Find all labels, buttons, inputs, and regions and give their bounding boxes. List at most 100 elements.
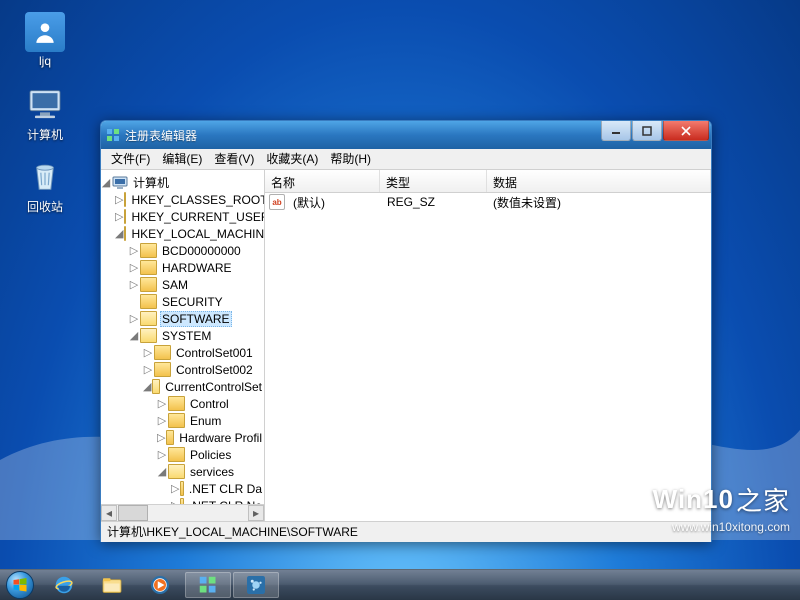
tree-node-bcd[interactable]: BCD00000000 bbox=[160, 244, 243, 258]
tree-node-control[interactable]: Control bbox=[188, 397, 231, 411]
disclosure-icon[interactable]: ◢ bbox=[157, 465, 167, 478]
disclosure-icon[interactable]: ◢ bbox=[115, 227, 123, 240]
menu-file[interactable]: 文件(F) bbox=[105, 149, 156, 169]
tree-node-ccs[interactable]: CurrentControlSet bbox=[163, 380, 264, 394]
disclosure-icon[interactable]: ▷ bbox=[143, 363, 153, 376]
desktop-icon-label: 计算机 bbox=[15, 126, 75, 143]
menubar: 文件(F) 编辑(E) 查看(V) 收藏夹(A) 帮助(H) bbox=[101, 149, 711, 170]
scroll-right-icon[interactable]: ▸ bbox=[248, 505, 264, 521]
folder-icon bbox=[168, 413, 185, 428]
tree-node-security[interactable]: SECURITY bbox=[160, 295, 225, 309]
disclosure-icon[interactable]: ▷ bbox=[115, 193, 123, 206]
watermark-url: www.win10xitong.com bbox=[613, 520, 790, 534]
desktop-icon-user[interactable]: ljq bbox=[15, 12, 75, 68]
folder-open-icon bbox=[140, 328, 157, 343]
menu-edit[interactable]: 编辑(E) bbox=[156, 149, 208, 169]
disclosure-icon[interactable]: ◢ bbox=[143, 380, 151, 393]
folder-icon bbox=[140, 243, 157, 258]
tree-node-software[interactable]: SOFTWARE bbox=[160, 311, 232, 327]
menu-favorites[interactable]: 收藏夹(A) bbox=[260, 149, 324, 169]
disclosure-icon[interactable]: ▷ bbox=[157, 397, 167, 410]
watermark-brand: Win10 bbox=[653, 484, 734, 515]
tree-node-hwprof[interactable]: Hardware Profil bbox=[177, 431, 264, 445]
disclosure-icon[interactable]: ▷ bbox=[143, 346, 153, 359]
tree-node-hkcr[interactable]: HKEY_CLASSES_ROOT bbox=[129, 193, 265, 207]
tree-node-computer[interactable]: 计算机 bbox=[131, 174, 171, 191]
column-name[interactable]: 名称 bbox=[265, 170, 380, 192]
taskbar-explorer[interactable] bbox=[89, 572, 135, 598]
folder-icon bbox=[168, 396, 185, 411]
scroll-left-icon[interactable]: ◂ bbox=[101, 505, 117, 521]
regedit-icon bbox=[105, 127, 121, 143]
tree-node-cs1[interactable]: ControlSet001 bbox=[174, 346, 255, 360]
minimize-button[interactable] bbox=[601, 121, 631, 141]
folder-icon bbox=[124, 192, 126, 207]
titlebar[interactable]: 注册表编辑器 bbox=[101, 121, 711, 149]
folder-open-icon bbox=[152, 379, 160, 394]
folder-icon bbox=[154, 345, 171, 360]
desktop[interactable]: ljq 计算机 回收站 注册表编辑器 文件(F) 编辑(E) bbox=[0, 0, 800, 570]
windows-logo-icon bbox=[613, 479, 647, 520]
folder-icon bbox=[140, 294, 157, 309]
disclosure-icon[interactable]: ▷ bbox=[171, 482, 179, 495]
tree-node-cs2[interactable]: ControlSet002 bbox=[174, 363, 255, 377]
desktop-icon-label: 回收站 bbox=[15, 198, 75, 215]
taskbar-wmp[interactable] bbox=[137, 572, 183, 598]
desktop-icon-computer[interactable]: 计算机 bbox=[15, 84, 75, 143]
tree-node-hardware[interactable]: HARDWARE bbox=[160, 261, 234, 275]
disclosure-icon[interactable]: ▷ bbox=[129, 278, 139, 291]
start-orb-icon bbox=[6, 571, 34, 599]
recycle-bin-icon bbox=[25, 156, 65, 196]
folder-icon bbox=[140, 277, 157, 292]
folder-icon bbox=[168, 447, 185, 462]
column-data[interactable]: 数据 bbox=[487, 170, 711, 192]
value-type: REG_SZ bbox=[381, 195, 487, 209]
tree-node-hklm[interactable]: HKEY_LOCAL_MACHINE bbox=[129, 227, 265, 241]
disclosure-icon[interactable]: ▷ bbox=[129, 261, 139, 274]
disclosure-icon[interactable]: ▷ bbox=[129, 312, 139, 325]
disclosure-icon[interactable]: ▷ bbox=[157, 431, 165, 444]
menu-help[interactable]: 帮助(H) bbox=[324, 149, 377, 169]
folder-icon bbox=[154, 362, 171, 377]
tree-node-policies[interactable]: Policies bbox=[188, 448, 233, 462]
folder-icon bbox=[140, 260, 157, 275]
tree-node-enum[interactable]: Enum bbox=[188, 414, 223, 428]
tree-node-sam[interactable]: SAM bbox=[160, 278, 190, 292]
taskbar-app[interactable] bbox=[233, 572, 279, 598]
column-type[interactable]: 类型 bbox=[380, 170, 487, 192]
taskbar-regedit[interactable] bbox=[185, 572, 231, 598]
folder-icon bbox=[180, 481, 183, 496]
watermark-suffix: 之家 bbox=[736, 481, 790, 518]
folder-open-icon bbox=[124, 226, 126, 241]
disclosure-icon[interactable]: ◢ bbox=[101, 176, 111, 189]
values-list[interactable]: 名称 类型 数据 ab (默认) REG_SZ (数值未设置) bbox=[265, 170, 711, 521]
value-name: (默认) bbox=[287, 194, 381, 211]
disclosure-icon[interactable]: ▷ bbox=[129, 244, 139, 257]
tree-node-services[interactable]: services bbox=[188, 465, 236, 479]
desktop-icon-recyclebin[interactable]: 回收站 bbox=[15, 156, 75, 215]
folder-icon bbox=[166, 430, 174, 445]
taskbar[interactable] bbox=[0, 569, 800, 600]
folder-open-icon bbox=[168, 464, 185, 479]
taskbar-ie[interactable] bbox=[41, 572, 87, 598]
tree-panel[interactable]: ◢ 计算机 ▷ HKEY_CLASSES_ROOT ▷ HKEY_CURRENT_US… bbox=[101, 170, 265, 521]
value-row[interactable]: ab (默认) REG_SZ (数值未设置) bbox=[265, 193, 711, 211]
disclosure-icon[interactable]: ▷ bbox=[115, 210, 123, 223]
value-data: (数值未设置) bbox=[487, 194, 711, 211]
tree-hscroll[interactable]: ◂ ▸ bbox=[101, 504, 264, 521]
user-icon bbox=[25, 12, 65, 52]
maximize-button[interactable] bbox=[632, 121, 662, 141]
start-button[interactable] bbox=[0, 570, 40, 600]
disclosure-icon: · bbox=[129, 296, 139, 308]
close-button[interactable] bbox=[663, 121, 709, 141]
disclosure-icon[interactable]: ▷ bbox=[157, 414, 167, 427]
tree-node-hkcu[interactable]: HKEY_CURRENT_USER bbox=[129, 210, 265, 224]
tree-node-system[interactable]: SYSTEM bbox=[160, 329, 213, 343]
tree-node-netclrda[interactable]: .NET CLR Da bbox=[187, 482, 264, 496]
regvalue-string-icon: ab bbox=[269, 194, 285, 210]
menu-view[interactable]: 查看(V) bbox=[208, 149, 260, 169]
disclosure-icon[interactable]: ▷ bbox=[157, 448, 167, 461]
folder-open-icon bbox=[140, 311, 157, 326]
disclosure-icon[interactable]: ◢ bbox=[129, 329, 139, 342]
scroll-thumb[interactable] bbox=[118, 505, 148, 521]
